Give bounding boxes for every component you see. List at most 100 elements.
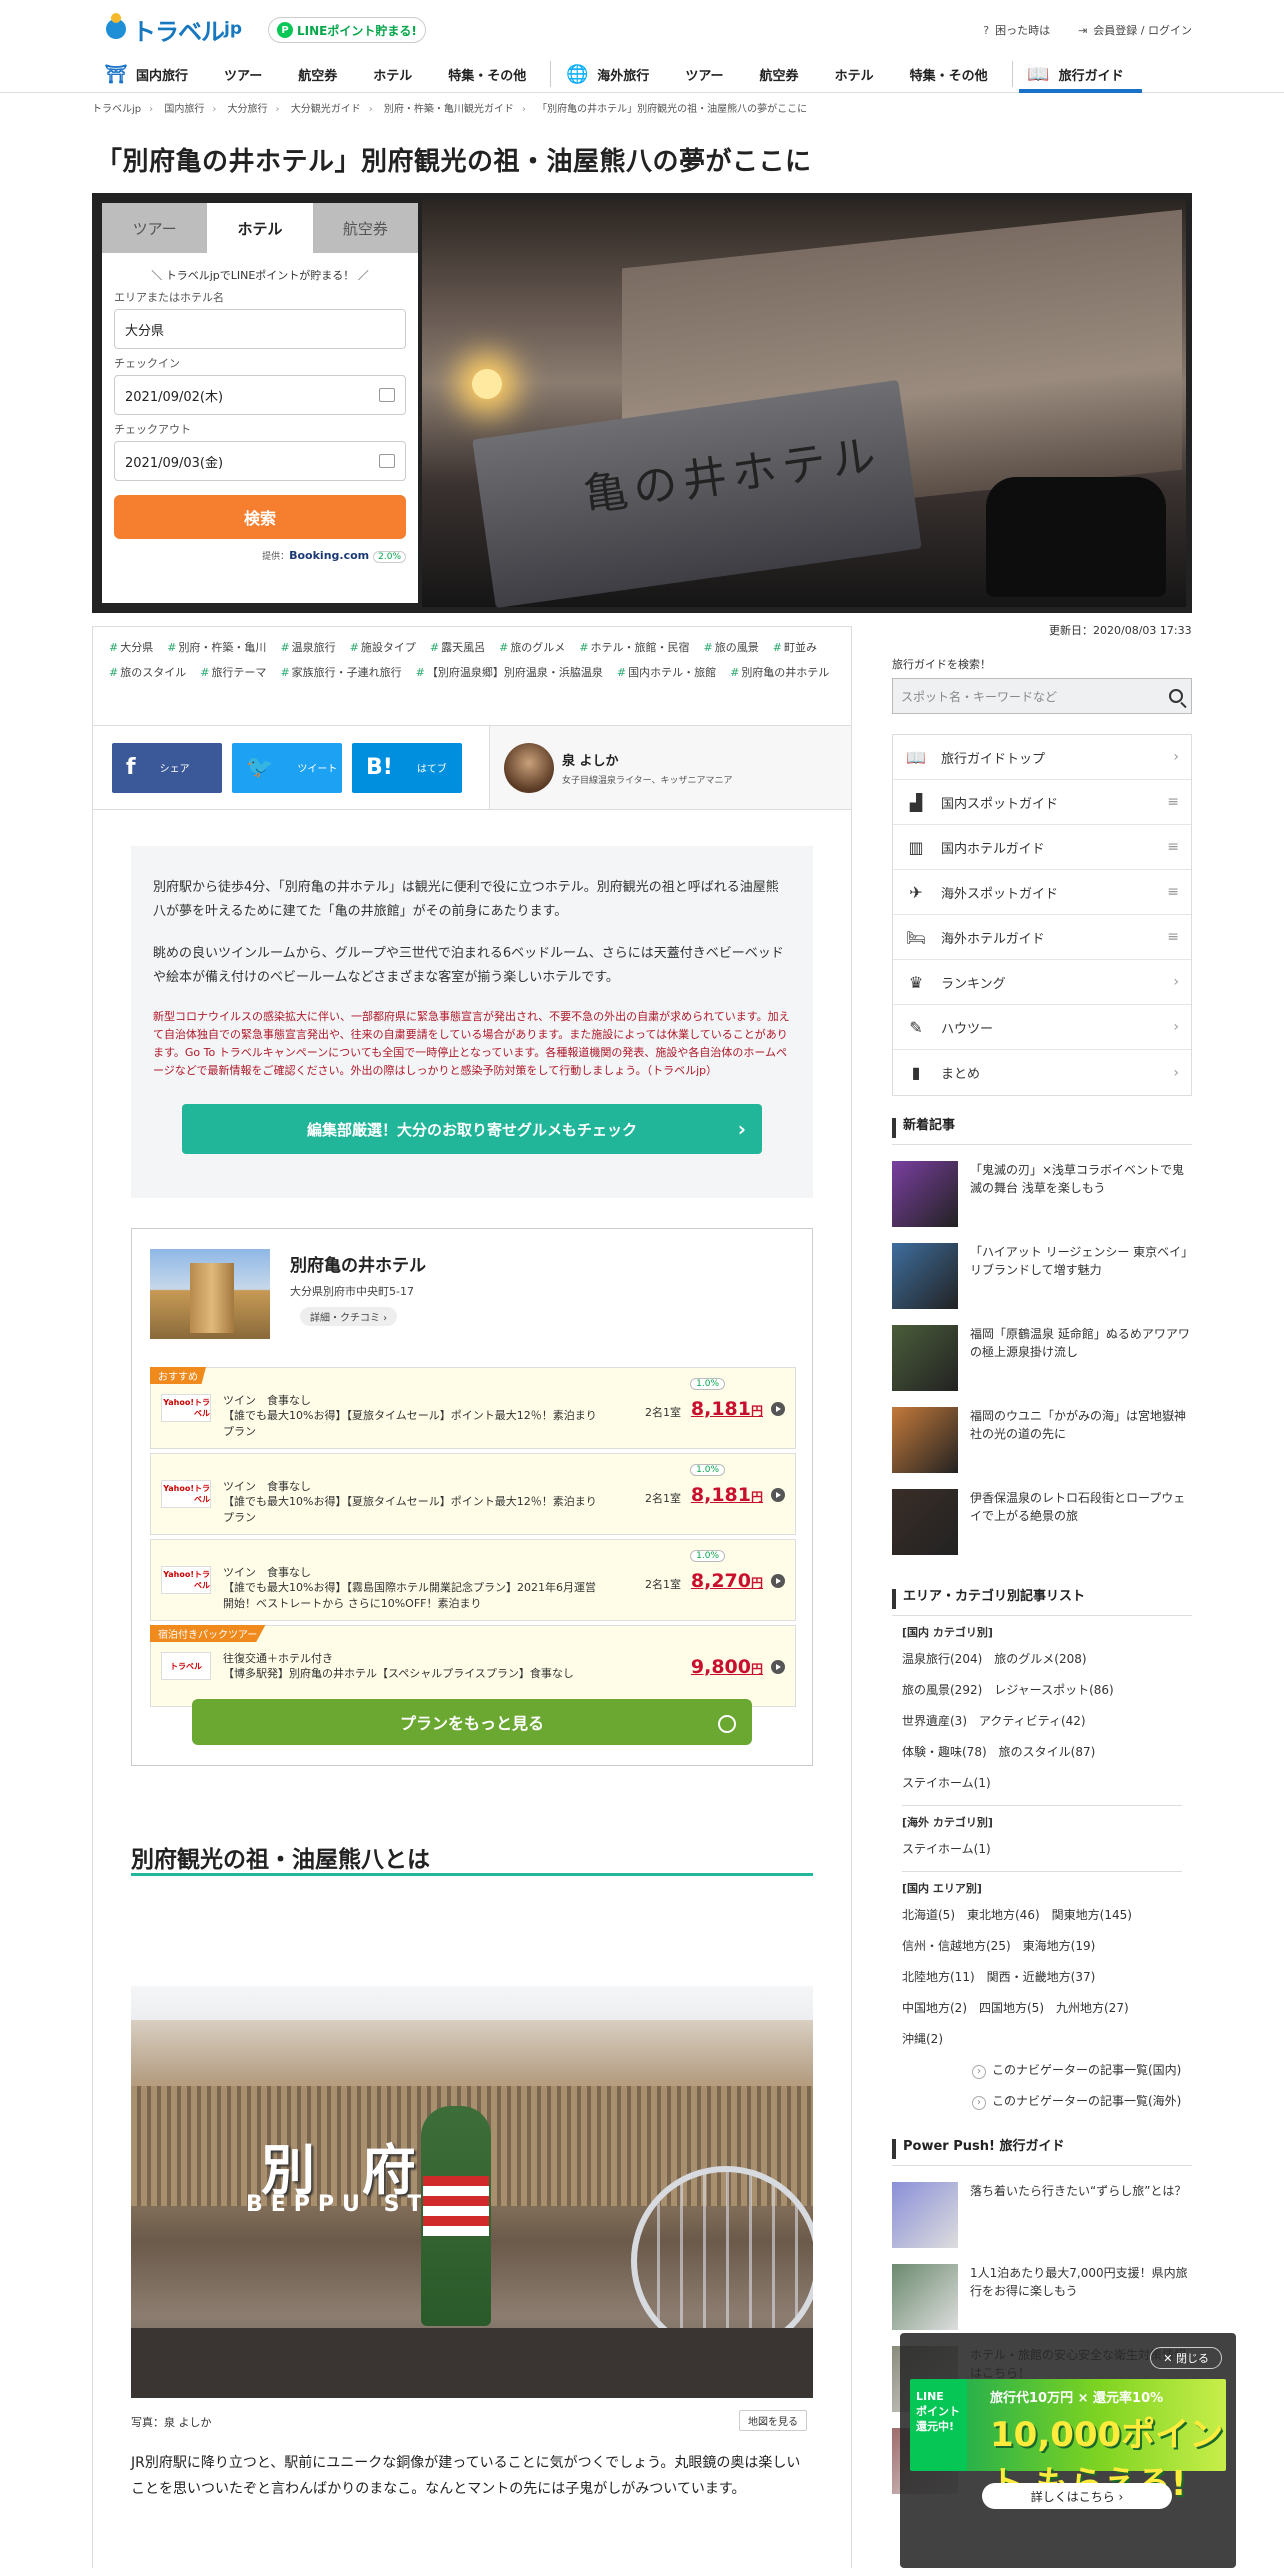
- category-link[interactable]: 東北地方(46): [967, 1908, 1040, 1922]
- breadcrumb-item[interactable]: 別府・杵築・亀川観光ガイド: [384, 104, 514, 115]
- tag-link[interactable]: # 旅のグルメ: [499, 639, 565, 655]
- category-link[interactable]: ステイホーム(1): [902, 1776, 991, 1790]
- news-item[interactable]: 伊香保温泉のレトロ石段街とロープウェイで上がる絶景の旅: [892, 1489, 1192, 1555]
- nav-domestic-tour[interactable]: ツアー: [206, 55, 280, 93]
- arrow-circle-icon[interactable]: [771, 1660, 785, 1674]
- news-title[interactable]: 「ハイアット リージェンシー 東京ベイ」リブランドして増す魅力: [970, 1243, 1192, 1309]
- hatena-bookmark-button[interactable]: B! はてブ: [352, 742, 462, 793]
- news-thumbnail[interactable]: [892, 1489, 958, 1555]
- power-push-thumbnail[interactable]: [892, 2264, 958, 2330]
- news-thumbnail[interactable]: [892, 1407, 958, 1473]
- power-push-thumbnail[interactable]: [892, 2182, 958, 2248]
- gourmet-button[interactable]: 編集部厳選！大分のお取り寄せグルメもチェック: [182, 1104, 762, 1154]
- category-link[interactable]: 北海道(5): [902, 1908, 955, 1922]
- category-link[interactable]: 温泉旅行(204): [902, 1652, 982, 1666]
- tag-link[interactable]: # 町並み: [773, 639, 817, 655]
- author-card[interactable]: 泉 よしか 女子目線温泉ライター、キッザニアマニア: [490, 726, 851, 809]
- area-input[interactable]: 大分県: [114, 309, 406, 349]
- nav-overseas-special[interactable]: 特集・その他: [892, 55, 1006, 93]
- tag-link[interactable]: # 別府亀の井ホテル: [730, 664, 829, 680]
- nav-overseas-tour[interactable]: ツアー: [667, 55, 741, 93]
- news-title[interactable]: 「鬼滅の刃」×浅草コラボイベントで鬼滅の舞台 浅草を楽しもう: [970, 1161, 1192, 1227]
- category-link[interactable]: 世界遺産(3): [902, 1714, 967, 1728]
- sidebar-menu-item[interactable]: 🛏 海外ホテルガイド ≡: [893, 915, 1191, 960]
- sidebar-menu-item[interactable]: 📖 旅行ガイドトップ ›: [893, 735, 1191, 780]
- navigator-list-overseas-link[interactable]: このナビゲーターの記事一覧(海外): [902, 2086, 1182, 2117]
- checkin-input[interactable]: 2021/09/02(木): [114, 375, 406, 415]
- news-title[interactable]: 伊香保温泉のレトロ石段街とロープウェイで上がる絶景の旅: [970, 1489, 1192, 1555]
- power-push-item[interactable]: 1人1泊あたり最大7,000円支援！県内旅行をお得に楽しもう: [892, 2264, 1192, 2330]
- checkout-input[interactable]: 2021/09/03(金): [114, 441, 406, 481]
- hotel-thumbnail[interactable]: [150, 1249, 270, 1339]
- more-plans-button[interactable]: プランをもっと見る: [192, 1699, 752, 1745]
- plan-row[interactable]: おすすめ Yahoo!トラベル ツイン 食事なし 【誰でも最大10%お得】【夏旅タイム…: [150, 1367, 796, 1449]
- category-link[interactable]: 四国地方(5): [979, 2001, 1044, 2015]
- breadcrumb-item[interactable]: 国内旅行: [164, 104, 204, 115]
- category-link[interactable]: レジャースポット(86): [994, 1683, 1113, 1697]
- map-button[interactable]: 地図を見る: [739, 2410, 807, 2431]
- twitter-share-button[interactable]: 🐦 ツイート: [232, 742, 342, 793]
- navigator-list-domestic-link[interactable]: このナビゲーターの記事一覧(国内): [902, 2055, 1182, 2086]
- tag-link[interactable]: # ホテル・旅館・民宿: [579, 639, 689, 655]
- tag-link[interactable]: # 【別府温泉郷】別府温泉・浜脇温泉: [416, 664, 603, 680]
- category-link[interactable]: 旅のスタイル(87): [999, 1745, 1096, 1759]
- nav-travel-guide[interactable]: 📖 旅行ガイド: [1018, 55, 1142, 93]
- tag-link[interactable]: # 家族旅行・子連れ旅行: [280, 664, 401, 680]
- hotel-detail-link[interactable]: 詳細・クチコミ ›: [300, 1307, 398, 1326]
- sidebar-menu-item[interactable]: ▟ 国内スポットガイド ≡: [893, 780, 1191, 825]
- arrow-circle-icon[interactable]: [771, 1488, 785, 1502]
- category-link[interactable]: 旅の風景(292): [902, 1683, 982, 1697]
- category-link[interactable]: 東海地方(19): [1023, 1939, 1096, 1953]
- plan-row[interactable]: 宿泊付きパックツアー トラベル 往復交通＋ホテル付き 【博多駅発】別府亀の井ホテル【ス…: [150, 1625, 796, 1707]
- tag-link[interactable]: # 別府・杵築・亀川: [167, 639, 266, 655]
- nav-overseas[interactable]: 🌐 海外旅行: [557, 55, 667, 93]
- news-item[interactable]: 「鬼滅の刃」×浅草コラボイベントで鬼滅の舞台 浅草を楽しもう: [892, 1161, 1192, 1227]
- sidebar-menu-item[interactable]: ✎ ハウツー ›: [893, 1005, 1191, 1050]
- category-link[interactable]: アクティビティ(42): [979, 1714, 1086, 1728]
- news-thumbnail[interactable]: [892, 1161, 958, 1227]
- sidebar-menu-item[interactable]: ♛ ランキング ›: [893, 960, 1191, 1005]
- tab-tour[interactable]: ツアー: [102, 203, 208, 253]
- banner-more-button[interactable]: 詳しくはこちら ›: [982, 2483, 1172, 2509]
- banner-close-button[interactable]: ✕ 閉じる: [1150, 2347, 1222, 2369]
- help-link[interactable]: ? 困った時は: [983, 22, 1050, 38]
- tag-link[interactable]: # 温泉旅行: [280, 639, 335, 655]
- line-point-badge[interactable]: P LINEポイント貯まる!: [268, 17, 426, 43]
- plan-price[interactable]: 9,800円: [691, 1656, 763, 1678]
- tag-link[interactable]: # 旅のスタイル: [109, 664, 186, 680]
- news-item[interactable]: 「ハイアット リージェンシー 東京ベイ」リブランドして増す魅力: [892, 1243, 1192, 1309]
- sidebar-menu-item[interactable]: ▥ 国内ホテルガイド ≡: [893, 825, 1191, 870]
- news-thumbnail[interactable]: [892, 1325, 958, 1391]
- category-link[interactable]: 北陸地方(11): [902, 1970, 975, 1984]
- search-icon[interactable]: [1169, 689, 1183, 703]
- sidebar-menu-item[interactable]: ▮ まとめ ›: [893, 1050, 1191, 1095]
- category-link[interactable]: 関東地方(145): [1052, 1908, 1132, 1922]
- category-link[interactable]: 体験・趣味(78): [902, 1745, 987, 1759]
- power-push-title[interactable]: 落ち着いたら行きたい“ずらし旅”とは？: [970, 2182, 1186, 2248]
- login-link[interactable]: ⇥ 会員登録 / ログイン: [1078, 22, 1192, 38]
- plan-row[interactable]: Yahoo!トラベル ツイン 食事なし 【誰でも最大10%お得】【夏旅タイムセール】…: [150, 1453, 796, 1535]
- category-link[interactable]: 中国地方(2): [902, 2001, 967, 2015]
- news-item[interactable]: 福岡「原鶴温泉 延命館」ぬるめアワアワの極上源泉掛け流し: [892, 1325, 1192, 1391]
- banner-ad[interactable]: LINEポイント還元中! 旅行代10万円 × 還元率10% 10,000ポイント…: [910, 2379, 1226, 2504]
- tag-link[interactable]: # 旅の風景: [704, 639, 759, 655]
- search-button[interactable]: 検索: [114, 495, 406, 539]
- facebook-share-button[interactable]: f シェア: [112, 742, 222, 793]
- plan-row[interactable]: Yahoo!トラベル ツイン 食事なし 【誰でも最大10%お得】【霧島国際ホテル開業…: [150, 1539, 796, 1621]
- hotel-name[interactable]: 別府亀の井ホテル: [290, 1251, 426, 1276]
- plan-price[interactable]: 8,181円: [691, 1398, 763, 1420]
- site-logo[interactable]: トラベル jp: [106, 12, 242, 46]
- nav-overseas-air[interactable]: 航空券: [742, 55, 817, 93]
- tab-hotel[interactable]: ホテル: [207, 203, 313, 253]
- arrow-circle-icon[interactable]: [771, 1574, 785, 1588]
- tab-air[interactable]: 航空券: [312, 203, 418, 253]
- category-link[interactable]: 九州地方(27): [1056, 2001, 1129, 2015]
- tag-link[interactable]: # 施設タイプ: [350, 639, 416, 655]
- news-title[interactable]: 福岡のウユニ「かがみの海」は宮地嶽神社の光の道の先に: [970, 1407, 1192, 1473]
- category-link[interactable]: ステイホーム(1): [902, 1842, 991, 1856]
- nav-domestic-hotel[interactable]: ホテル: [355, 55, 430, 93]
- news-thumbnail[interactable]: [892, 1243, 958, 1309]
- nav-overseas-hotel[interactable]: ホテル: [817, 55, 892, 93]
- sidebar-menu-item[interactable]: ✈ 海外スポットガイド ≡: [893, 870, 1191, 915]
- news-title[interactable]: 福岡「原鶴温泉 延命館」ぬるめアワアワの極上源泉掛け流し: [970, 1325, 1192, 1391]
